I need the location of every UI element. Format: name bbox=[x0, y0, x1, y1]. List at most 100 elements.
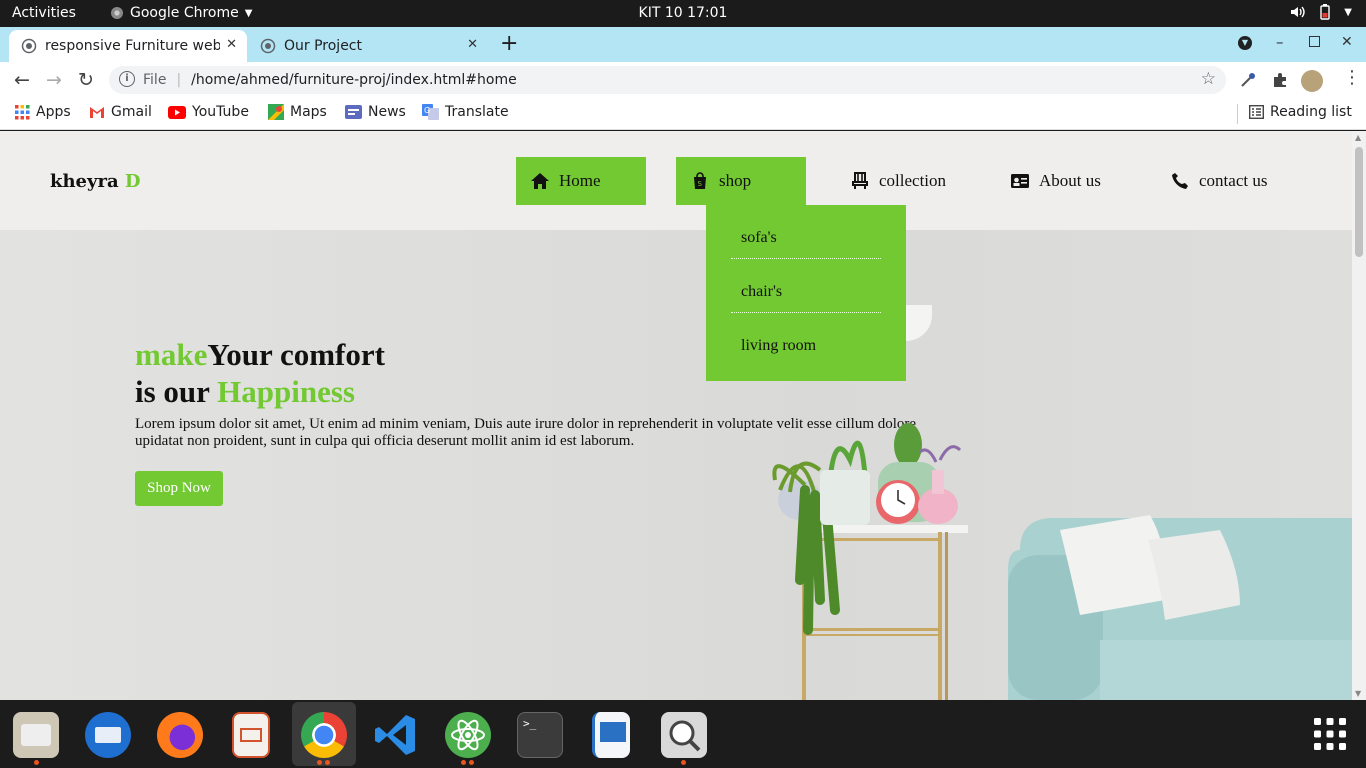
bookmarks-bar: Apps Gmail YouTube Maps News G Translate… bbox=[0, 98, 1366, 130]
forward-arrow-icon[interactable]: → bbox=[43, 69, 65, 91]
browser-toolbar: ← → ↻ i File | /home/ahmed/furniture-pro… bbox=[0, 62, 1366, 98]
atom-icon[interactable] bbox=[445, 712, 491, 758]
extensions-puzzle-icon[interactable] bbox=[1272, 72, 1288, 88]
bookmark-translate[interactable]: G Translate bbox=[422, 104, 509, 120]
chrome-icon[interactable] bbox=[301, 712, 347, 758]
battery-icon bbox=[1320, 4, 1330, 20]
image-viewer-icon[interactable] bbox=[661, 712, 707, 758]
id-card-icon bbox=[1011, 174, 1029, 188]
plant-stand-illustration bbox=[772, 423, 968, 700]
writer-icon[interactable] bbox=[592, 712, 630, 758]
dropdown-item-chairs[interactable]: chair's bbox=[731, 259, 881, 313]
headline-your-comfort: Your comfort bbox=[207, 337, 385, 372]
nav-shop[interactable]: S shop bbox=[676, 157, 806, 205]
system-tray[interactable]: ▼ bbox=[1290, 4, 1352, 20]
reading-list-icon bbox=[1249, 105, 1264, 119]
running-indicator bbox=[461, 760, 466, 765]
activities-button[interactable]: Activities bbox=[12, 5, 76, 21]
reload-icon[interactable]: ↻ bbox=[75, 69, 97, 91]
bookmark-apps[interactable]: Apps bbox=[15, 104, 71, 120]
app-menu-label: Google Chrome bbox=[130, 5, 239, 21]
bookmark-label: YouTube bbox=[192, 104, 249, 120]
hero-section: makeYour comfort is our Happiness Lorem … bbox=[0, 230, 1352, 700]
running-indicator bbox=[325, 760, 330, 765]
nav-contact-us[interactable]: contact us bbox=[1156, 157, 1286, 205]
phone-icon bbox=[1172, 173, 1188, 189]
eyedropper-extension-icon[interactable] bbox=[1240, 72, 1256, 88]
close-window-button[interactable]: ✕ bbox=[1341, 34, 1353, 50]
running-indicator bbox=[317, 760, 322, 765]
bookmark-maps[interactable]: Maps bbox=[268, 104, 327, 120]
bookmark-star-icon[interactable]: ☆ bbox=[1201, 69, 1216, 89]
tab-furniture[interactable]: responsive Furniture web ✕ bbox=[9, 30, 247, 62]
dropdown-item-living-room[interactable]: living room bbox=[731, 313, 881, 367]
tab-our-project[interactable]: Our Project ✕ bbox=[250, 30, 488, 62]
page-scrollbar[interactable]: ▲ ▼ bbox=[1352, 131, 1366, 700]
nav-home[interactable]: Home bbox=[516, 157, 646, 205]
shop-now-button[interactable]: Shop Now bbox=[135, 471, 223, 506]
bookmark-label: Gmail bbox=[111, 104, 152, 120]
svg-text:S: S bbox=[698, 180, 703, 188]
reading-list-button[interactable]: Reading list bbox=[1249, 104, 1352, 120]
chair-icon bbox=[852, 172, 868, 189]
firefox-icon[interactable] bbox=[157, 712, 203, 758]
restore-button[interactable] bbox=[1309, 36, 1320, 47]
system-top-bar: Activities Google Chrome ▼ KIT 10 17:01 … bbox=[0, 0, 1366, 27]
dock: >_ bbox=[0, 700, 1366, 768]
headline-make: make bbox=[135, 337, 208, 372]
shopping-bag-icon: S bbox=[694, 172, 706, 189]
files-icon[interactable] bbox=[13, 712, 59, 758]
bookmark-news[interactable]: News bbox=[345, 104, 406, 120]
headline-is-our: is our bbox=[135, 374, 218, 409]
chrome-small-icon bbox=[111, 7, 123, 19]
dropdown-item-sofas[interactable]: sofa's bbox=[731, 205, 881, 259]
omnibox-separator: | bbox=[176, 72, 182, 88]
address-bar[interactable]: i File | /home/ahmed/furniture-proj/inde… bbox=[109, 66, 1226, 94]
bookmark-label: Maps bbox=[290, 104, 327, 120]
close-tab-icon[interactable]: ✕ bbox=[226, 37, 237, 52]
youtube-icon bbox=[168, 105, 186, 119]
volume-icon bbox=[1291, 6, 1305, 18]
nav-collection[interactable]: collection bbox=[836, 157, 966, 205]
tab-strip: responsive Furniture web ✕ Our Project ✕… bbox=[0, 27, 1366, 62]
show-apps-icon[interactable] bbox=[1314, 718, 1346, 750]
site-logo[interactable]: kheyra D bbox=[50, 171, 141, 192]
apps-grid-icon bbox=[15, 104, 30, 119]
bookmark-label: Translate bbox=[445, 104, 509, 120]
minimize-button[interactable]: – bbox=[1276, 33, 1284, 51]
close-tab-icon[interactable]: ✕ bbox=[467, 37, 478, 52]
thunderbird-icon[interactable] bbox=[85, 712, 131, 758]
scroll-up-arrow-icon[interactable]: ▲ bbox=[1355, 133, 1361, 142]
news-icon bbox=[345, 105, 362, 119]
chrome-menu-icon[interactable]: ⋮ bbox=[1343, 69, 1361, 87]
vscode-icon[interactable] bbox=[373, 712, 419, 758]
new-tab-button[interactable]: + bbox=[500, 31, 518, 56]
bookmarks-divider bbox=[1237, 104, 1238, 124]
page-viewport: makeYour comfort is our Happiness Lorem … bbox=[0, 131, 1352, 700]
scroll-down-arrow-icon[interactable]: ▼ bbox=[1355, 689, 1361, 698]
back-arrow-icon[interactable]: ← bbox=[11, 69, 33, 91]
scrollbar-thumb[interactable] bbox=[1355, 147, 1363, 257]
home-icon bbox=[531, 173, 549, 189]
hero-headline: makeYour comfort is our Happiness bbox=[135, 336, 385, 410]
app-menu[interactable]: Google Chrome ▼ bbox=[110, 5, 252, 21]
running-indicator bbox=[681, 760, 686, 765]
running-indicator bbox=[34, 760, 39, 765]
shop-dropdown-menu: sofa's chair's living room bbox=[706, 205, 906, 381]
nav-about-us[interactable]: About us bbox=[996, 157, 1126, 205]
svg-text:G: G bbox=[424, 106, 430, 115]
tab-search-button[interactable]: ▼ bbox=[1238, 36, 1252, 50]
nav-label: collection bbox=[879, 171, 947, 190]
bookmark-youtube[interactable]: YouTube bbox=[168, 104, 249, 120]
url-text[interactable]: /home/ahmed/furniture-proj/index.html#ho… bbox=[191, 72, 517, 88]
gmail-icon bbox=[90, 106, 104, 118]
bookmark-gmail[interactable]: Gmail bbox=[89, 104, 152, 120]
terminal-icon[interactable]: >_ bbox=[517, 712, 563, 758]
chevron-down-icon: ▼ bbox=[244, 7, 253, 19]
info-icon[interactable]: i bbox=[119, 71, 135, 87]
profile-avatar[interactable] bbox=[1301, 70, 1323, 92]
maps-icon bbox=[268, 104, 284, 120]
impress-icon[interactable] bbox=[232, 712, 270, 758]
bookmark-label: News bbox=[368, 104, 406, 120]
nav-label: Home bbox=[559, 171, 601, 190]
